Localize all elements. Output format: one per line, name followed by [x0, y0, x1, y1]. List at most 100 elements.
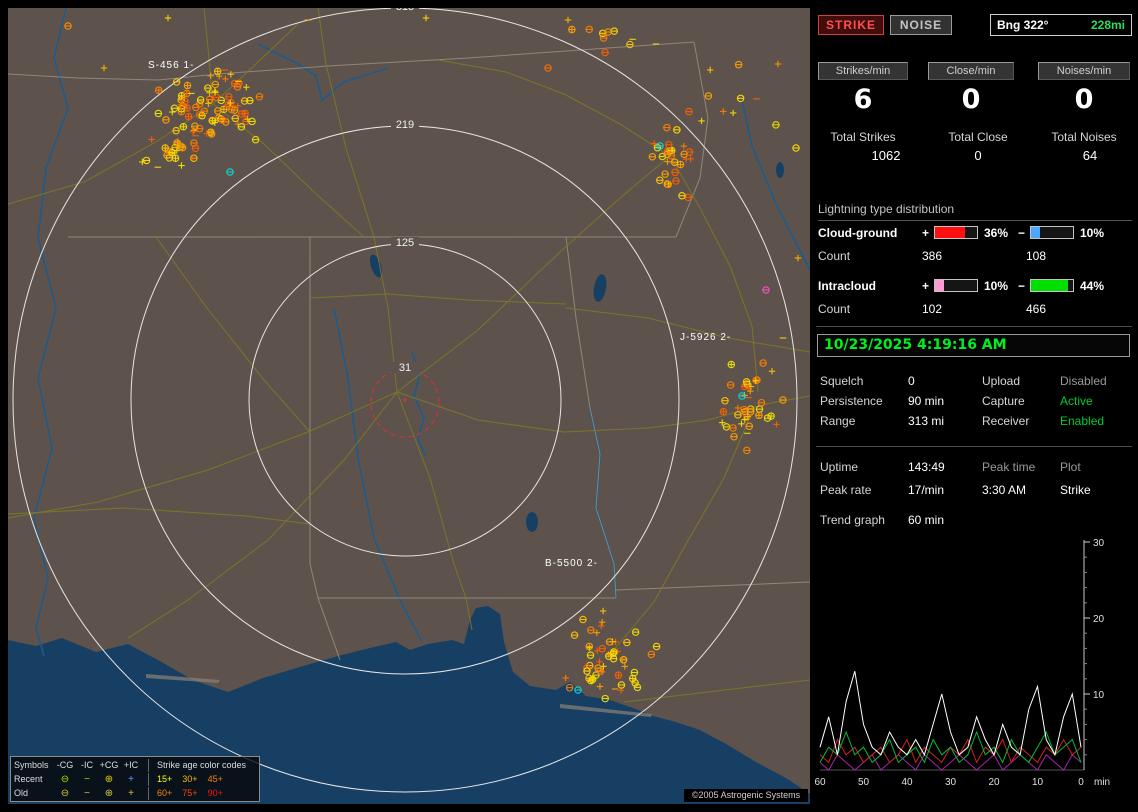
legend-strike-symbol: + [128, 773, 134, 785]
strike-symbol [759, 359, 767, 367]
strike-symbol [162, 116, 170, 124]
strike-symbol [792, 144, 800, 152]
receiver-label: Receiver [982, 414, 1030, 428]
strike-symbol [678, 191, 686, 200]
ring-label: 31 [399, 362, 411, 374]
persistence-value: 90 min [908, 394, 945, 408]
trend-graph-label: Trend graph [820, 513, 885, 527]
age-code-label: 60+ [157, 787, 173, 798]
noise-toggle-button[interactable]: NOISE [890, 15, 952, 35]
total-strikes-value: 1062 [871, 148, 901, 163]
state-borders [8, 41, 810, 661]
strike-symbol [148, 136, 155, 143]
strike-symbol [586, 651, 595, 659]
capture-value: Active [1060, 394, 1093, 408]
storm-cell-label: J-5926 2- [680, 332, 731, 343]
range-value: 313 mi [908, 414, 945, 428]
strike-symbol [762, 286, 770, 294]
strike-symbol [599, 34, 608, 42]
strike-toggle-button[interactable]: STRIKE [818, 15, 884, 35]
x-tick-label: 40 [901, 777, 913, 788]
strike-symbol [736, 94, 745, 103]
trend-graph: 10 20 30 60 50 40 30 20 10 0 min [812, 536, 1138, 802]
upload-value: Disabled [1060, 374, 1107, 388]
y-tick-label: 30 [1093, 538, 1105, 549]
strike-symbol [652, 642, 661, 651]
strike-symbol [698, 117, 705, 125]
strike-symbol [630, 668, 639, 677]
app-window: 313 219 125 31 S-456 1- J-5926 2- B-5500 2- Sy… [0, 0, 1138, 812]
strike-symbol [755, 405, 764, 413]
strike-symbol [222, 75, 229, 83]
cg-minus-bar [1030, 226, 1074, 239]
strike-symbol [139, 158, 146, 166]
strike-symbol [671, 168, 679, 177]
strike-symbol [772, 121, 780, 129]
ic-count-label: Count [818, 302, 851, 316]
ic-plus-pct: 10% [984, 279, 1009, 293]
strikes-per-min-button[interactable]: Strikes/min [818, 62, 908, 80]
squelch-value: 0 [908, 374, 915, 388]
cg-plus-pct: 36% [984, 226, 1009, 240]
strike-symbol [722, 423, 731, 431]
x-tick-label: 20 [988, 777, 1000, 788]
strike-symbol [246, 96, 254, 105]
cloud-ground-label: Cloud-ground [818, 226, 898, 240]
legend-strike-symbol: + [128, 787, 134, 799]
legend-strike-symbol: − [84, 773, 90, 785]
uptime-label: Uptime [820, 460, 859, 474]
peak-time-label: Peak time [982, 460, 1036, 474]
close-per-min-button[interactable]: Close/min [928, 62, 1014, 80]
plus-sign: + [922, 279, 930, 293]
total-strikes-label: Total Strikes [830, 130, 896, 144]
strike-symbol [172, 78, 181, 86]
storm-cell-label: B-5500 2- [545, 558, 598, 569]
strike-symbol [623, 638, 631, 647]
plus-sign: + [922, 226, 930, 240]
legend-recent-row: Recent ⊖ − ⊕ + 15+ 30+ 45+ [14, 772, 256, 786]
x-axis-unit-label: min [1094, 777, 1110, 788]
map-canvas[interactable]: 313 219 125 31 S-456 1- J-5926 2- B-5500 2- Sy… [8, 8, 810, 804]
x-tick-label: 30 [945, 777, 957, 788]
strike-symbol [142, 156, 151, 165]
legend-old-label: Old [14, 787, 29, 798]
strike-symbol [743, 446, 751, 455]
trend-graph-value: 60 min [908, 513, 945, 527]
strike-symbol [745, 422, 754, 430]
age-code-label: 90+ [207, 787, 223, 798]
persistence-label: Persistence [820, 394, 883, 408]
legend-col-neg-cg: -CG [56, 759, 74, 770]
trend-series-cloud_ground [819, 730, 1082, 764]
total-noises-label: Total Noises [1051, 130, 1117, 144]
strike-symbol [196, 96, 205, 104]
section-divider [816, 326, 1132, 327]
ic-minus-count: 466 [1026, 302, 1047, 316]
strike-symbol [687, 155, 694, 163]
strike-symbol [169, 108, 176, 116]
peak-rate-value: 17/min [908, 483, 945, 497]
strikes-per-min-value: 6 [853, 84, 873, 115]
strikes-layer [64, 14, 802, 703]
strike-symbol [738, 420, 745, 428]
squelch-label: Squelch [820, 374, 864, 388]
x-tick-label: 60 [814, 777, 826, 788]
section-divider [816, 446, 1132, 447]
strike-symbol [154, 109, 163, 118]
peak-rate-label: Peak rate [820, 483, 872, 497]
noises-per-min-button[interactable]: Noises/min [1038, 62, 1130, 80]
strike-symbol [648, 153, 657, 161]
strike-symbol [661, 170, 669, 178]
strike-symbol [227, 71, 235, 78]
strike-symbol [213, 67, 222, 76]
cg-minus-pct: 10% [1080, 226, 1105, 240]
peak-time-value: 3:30 AM [982, 483, 1027, 497]
intracloud-label: Intracloud [818, 279, 877, 293]
strike-symbol [226, 168, 234, 176]
strike-symbol [685, 107, 693, 116]
ring-label: 219 [396, 119, 414, 131]
strike-symbol [729, 424, 737, 432]
ic-minus-pct: 44% [1080, 279, 1105, 293]
strike-symbol [64, 22, 72, 30]
cg-plus-bar [934, 226, 978, 239]
age-code-label: 15+ [157, 773, 173, 784]
